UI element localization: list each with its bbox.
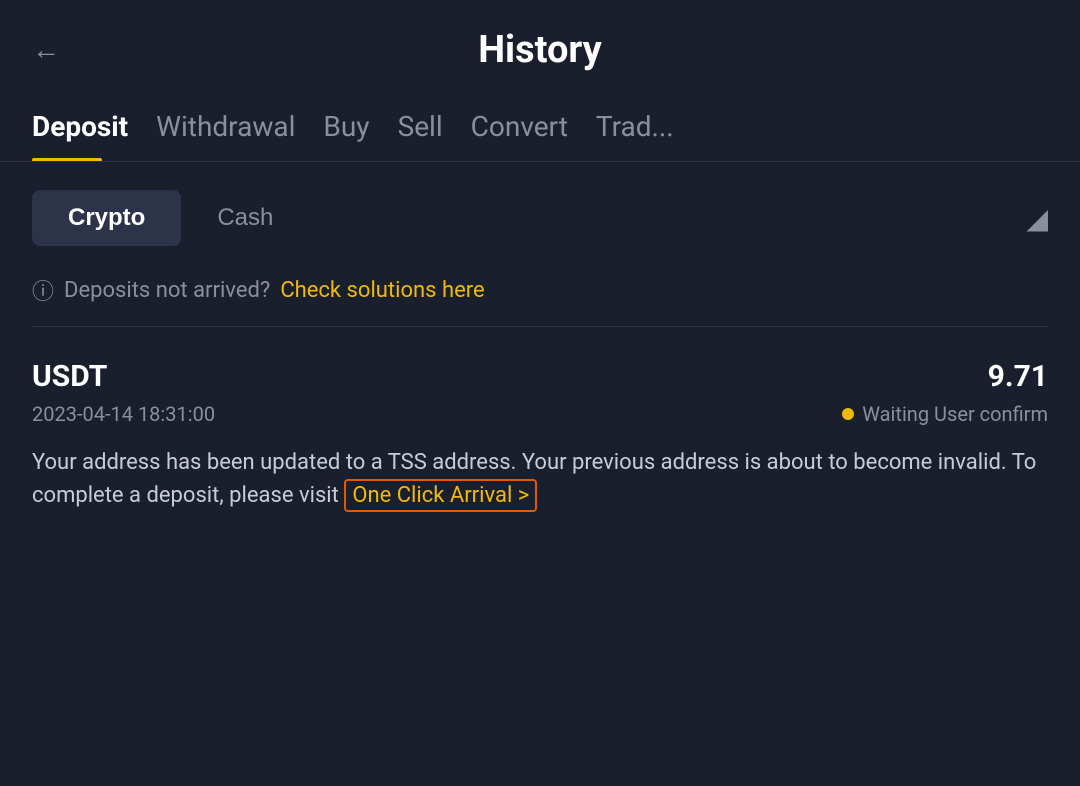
info-icon: ⓘ: [32, 274, 54, 306]
tab-sell[interactable]: Sell: [398, 92, 471, 161]
status-text: Waiting User confirm: [862, 402, 1048, 426]
tab-withdrawal[interactable]: Withdrawal: [156, 92, 323, 161]
tab-deposit[interactable]: Deposit: [32, 92, 156, 161]
transaction-item: USDT 9.71 2023-04-14 18:31:00 Waiting Us…: [0, 327, 1080, 536]
transaction-meta: 2023-04-14 18:31:00 Waiting User confirm: [32, 402, 1048, 426]
one-click-arrival-link[interactable]: One Click Arrival >: [344, 479, 537, 512]
back-icon: ←: [32, 34, 60, 66]
status-dot: [842, 408, 854, 420]
cash-filter-button[interactable]: Cash: [181, 190, 309, 246]
notice-bar: ⓘ Deposits not arrived? Check solutions …: [0, 274, 1080, 326]
page-title: History: [478, 28, 602, 72]
transaction-status: Waiting User confirm: [842, 402, 1048, 426]
filter-buttons: Crypto Cash: [32, 190, 309, 246]
tabs-container: Deposit Withdrawal Buy Sell Convert Trad…: [0, 92, 1080, 162]
header: ← History: [0, 0, 1080, 92]
filter-section: Crypto Cash ◢: [0, 162, 1080, 274]
tab-convert[interactable]: Convert: [471, 92, 596, 161]
tab-buy[interactable]: Buy: [323, 92, 397, 161]
transaction-date: 2023-04-14 18:31:00: [32, 402, 215, 426]
transaction-currency: USDT: [32, 359, 107, 394]
filter-icon[interactable]: ◢: [1026, 202, 1048, 235]
notice-link[interactable]: Check solutions here: [280, 278, 484, 303]
transaction-message: Your address has been updated to a TSS a…: [32, 446, 1048, 512]
tab-trade[interactable]: Trad...: [596, 92, 702, 161]
back-button[interactable]: ←: [32, 34, 60, 66]
transaction-amount: 9.71: [988, 359, 1048, 394]
crypto-filter-button[interactable]: Crypto: [32, 190, 181, 246]
transaction-header: USDT 9.71: [32, 359, 1048, 394]
notice-text: Deposits not arrived?: [64, 278, 270, 303]
